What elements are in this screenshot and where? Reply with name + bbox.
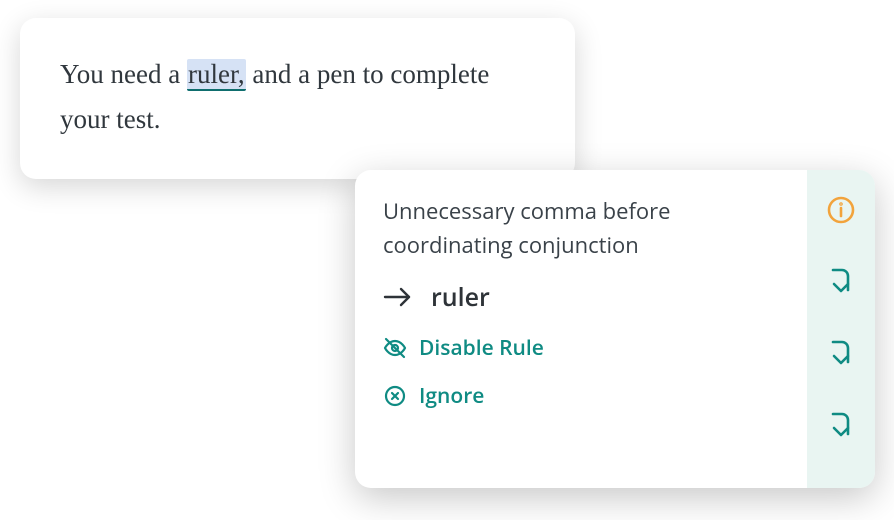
close-circle-icon	[383, 384, 407, 408]
ignore-button[interactable]: Ignore	[383, 382, 787, 410]
eye-off-icon	[383, 336, 407, 360]
highlighted-word[interactable]: ruler,	[187, 59, 246, 91]
arrow-turn-down-icon	[827, 266, 855, 298]
arrow-right-icon	[383, 286, 413, 308]
disable-rule-label: Disable Rule	[419, 334, 544, 362]
info-button[interactable]	[823, 192, 859, 228]
apply-suggestion-button[interactable]: ruler	[383, 280, 787, 314]
arrow-turn-down-icon	[827, 410, 855, 442]
editor-text[interactable]: You need a ruler, and a pen to complete …	[60, 52, 535, 141]
next-issue-button-3[interactable]	[823, 408, 859, 444]
issue-title: Unnecessary comma before coordinating co…	[383, 194, 787, 262]
text-prefix: You need a	[60, 59, 187, 89]
popover-rail	[807, 170, 875, 488]
editor-card: You need a ruler, and a pen to complete …	[20, 18, 575, 179]
info-icon	[826, 195, 856, 225]
suggestion-word: ruler	[431, 280, 490, 314]
next-issue-button-1[interactable]	[823, 264, 859, 300]
ignore-label: Ignore	[419, 382, 484, 410]
popover-main: Unnecessary comma before coordinating co…	[355, 170, 807, 488]
disable-rule-button[interactable]: Disable Rule	[383, 334, 787, 362]
next-issue-button-2[interactable]	[823, 336, 859, 372]
grammar-popover: Unnecessary comma before coordinating co…	[355, 170, 875, 488]
arrow-turn-down-icon	[827, 338, 855, 370]
